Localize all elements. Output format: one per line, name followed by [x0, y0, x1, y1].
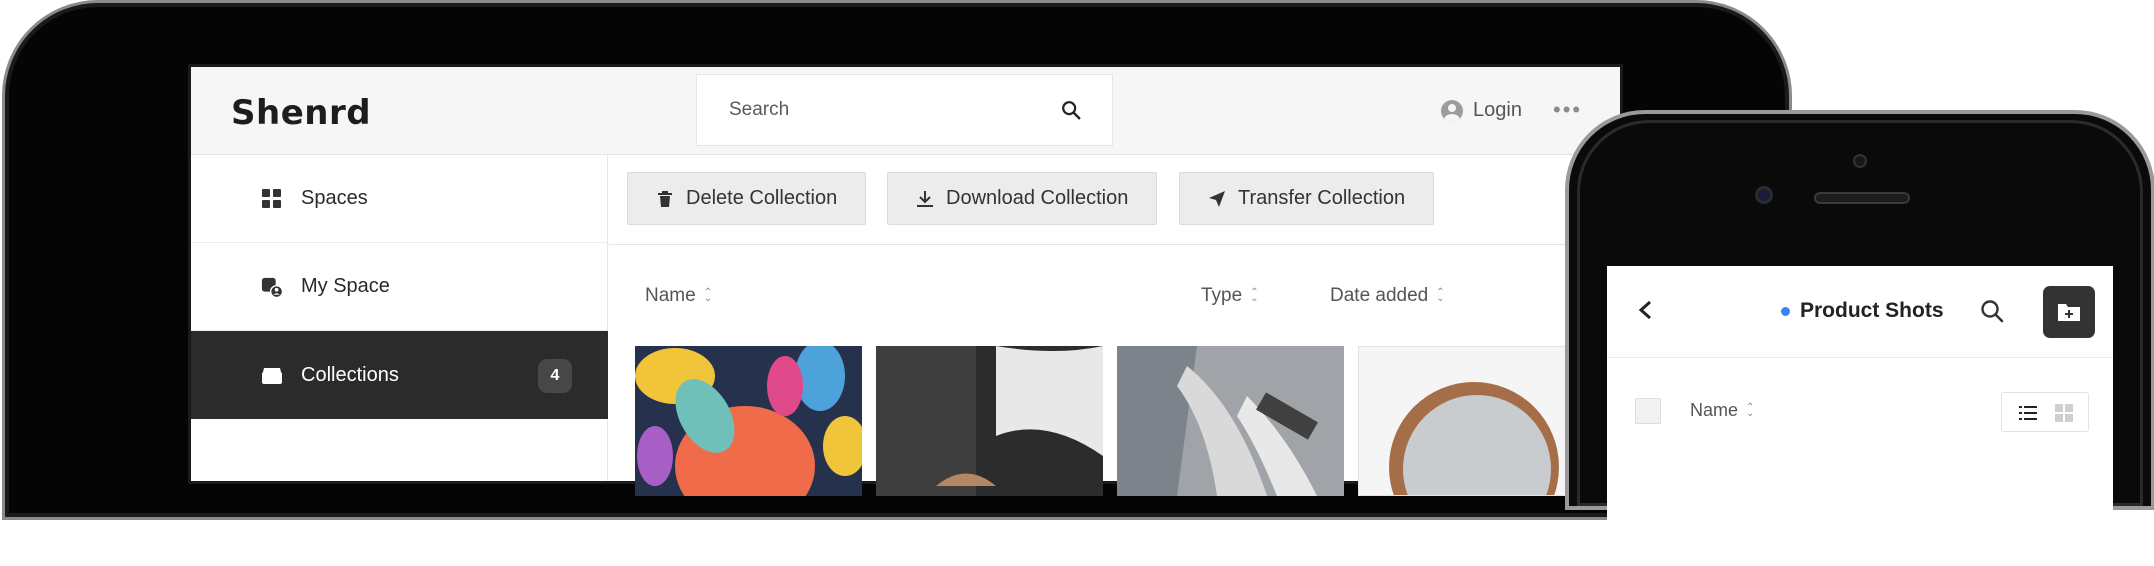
sort-date-added[interactable]: Date added ⌃ ⌄: [1330, 285, 1445, 307]
phone-frame: Product Shots Name ⌃ ⌄: [1565, 110, 2154, 566]
select-all-checkbox[interactable]: [1635, 398, 1661, 424]
login-button[interactable]: Login: [1441, 99, 1522, 122]
thumbnail-speaker-product[interactable]: [1358, 346, 1578, 496]
column-date-label: Date added: [1330, 285, 1429, 306]
column-name-label: Name: [645, 285, 696, 306]
count-badge: 4: [538, 359, 572, 393]
sidebar-item-collections[interactable]: Collections 4: [191, 331, 608, 419]
image-speaker-bed: [876, 346, 1103, 496]
phone-view-toggle: [2001, 392, 2089, 432]
sidebar-item-label: Spaces: [301, 187, 368, 209]
collection-title-label: Product Shots: [1800, 299, 1944, 322]
delete-label: Delete Collection: [686, 187, 838, 209]
phone-column-name-label: Name: [1690, 400, 1739, 420]
transfer-collection-button[interactable]: Transfer Collection: [1179, 172, 1435, 225]
sort-icon: ⌃ ⌄: [1250, 287, 1259, 304]
sort-type[interactable]: Type ⌃ ⌄: [1201, 285, 1259, 307]
sidebar: Spaces My Space Collections 4: [191, 155, 608, 481]
column-type-label: Type: [1201, 285, 1243, 306]
list-view-icon[interactable]: [2018, 403, 2038, 423]
list-header: Name ⌃ ⌄ Type ⌃ ⌄ Date added ⌃ ⌄: [609, 245, 1620, 343]
user-space-icon: [261, 277, 283, 298]
folder-plus-icon: [2058, 304, 2080, 321]
back-icon[interactable]: [1637, 300, 1653, 320]
trash-icon: [658, 190, 672, 207]
search-icon[interactable]: [1060, 99, 1082, 121]
sidebar-item-label: Collections: [301, 363, 399, 386]
transfer-label: Transfer Collection: [1238, 187, 1406, 209]
search-input[interactable]: [727, 75, 1047, 145]
sort-icon: ⌃ ⌄: [703, 287, 713, 304]
toolbar: Delete Collection Download Collection Tr…: [609, 155, 1620, 245]
folder-icon: [262, 368, 282, 384]
more-icon[interactable]: •••: [1553, 99, 1582, 121]
send-icon: [1209, 190, 1225, 207]
sidebar-item-label: My Space: [301, 275, 390, 297]
thumbnail-speaker-bed[interactable]: [876, 346, 1103, 496]
thumbnail-colorful-pattern[interactable]: [635, 346, 862, 496]
sort-icon: ⌃ ⌄: [1436, 287, 1445, 304]
app-header: Shenrd Login •••: [191, 67, 1620, 155]
phone-header: Product Shots: [1607, 266, 2113, 358]
delete-collection-button[interactable]: Delete Collection: [627, 172, 867, 225]
sort-name[interactable]: Name ⌃ ⌄: [645, 285, 712, 307]
thumbnail-sneakers[interactable]: [1117, 346, 1344, 496]
grid-icon: [262, 188, 281, 208]
sidebar-item-my-space[interactable]: My Space: [191, 243, 608, 331]
sort-icon: ⌃ ⌄: [1746, 401, 1755, 419]
login-label: Login: [1473, 99, 1522, 121]
phone-sensor: [1853, 154, 1867, 168]
search-box[interactable]: [696, 74, 1113, 146]
download-label: Download Collection: [946, 187, 1129, 209]
download-icon: [917, 190, 933, 207]
image-speaker-product: [1359, 347, 1577, 495]
download-collection-button[interactable]: Download Collection: [887, 172, 1158, 225]
status-dot-icon: [1781, 306, 1790, 316]
phone-screen: Product Shots Name ⌃ ⌄: [1607, 266, 2113, 566]
phone-speaker: [1814, 192, 1910, 204]
image-sneakers: [1117, 346, 1344, 496]
phone-sort-name[interactable]: Name ⌃ ⌄: [1690, 400, 1754, 421]
user-icon: [1441, 99, 1463, 122]
search-icon[interactable]: [1979, 298, 2005, 324]
collection-title: Product Shots: [1781, 299, 1944, 323]
sidebar-item-spaces[interactable]: Spaces: [191, 155, 608, 243]
logo: Shenrd: [231, 93, 372, 133]
phone-list-header: Name ⌃ ⌄: [1607, 358, 2113, 448]
add-folder-button[interactable]: [2043, 286, 2095, 338]
grid-view-icon[interactable]: [2054, 403, 2074, 423]
image-colorful-pattern: [635, 346, 862, 496]
phone-camera: [1755, 186, 1773, 204]
